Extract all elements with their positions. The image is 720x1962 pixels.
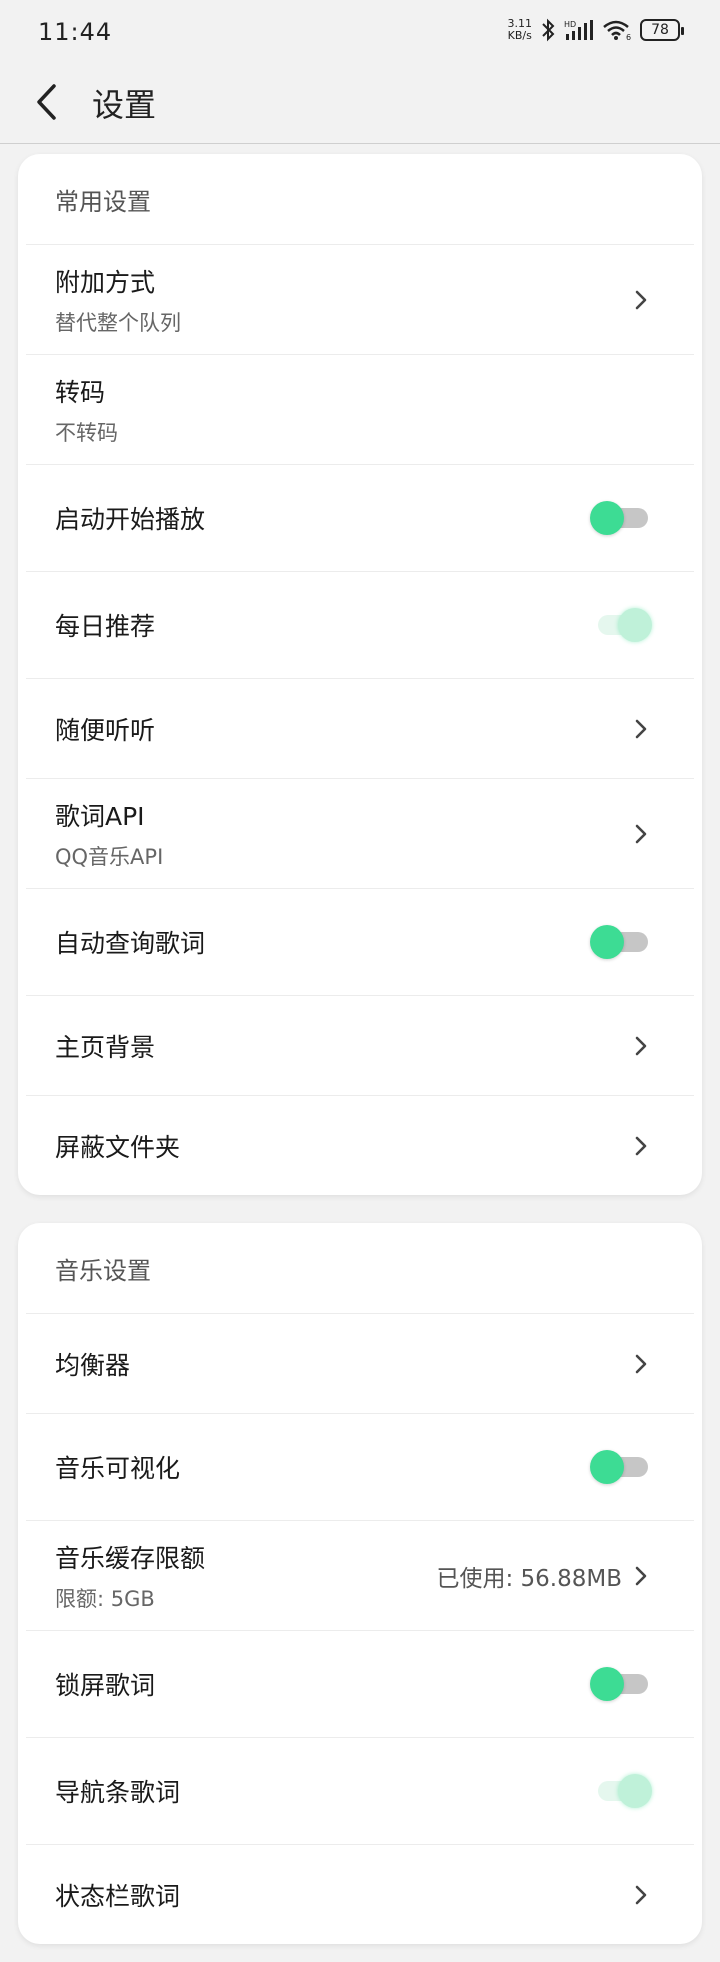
setting-row-lockscreen-lyrics[interactable]: 锁屏歌词 xyxy=(26,1630,694,1737)
setting-row-autoplay[interactable]: 启动开始播放 xyxy=(26,464,694,571)
chevron-right-icon xyxy=(632,1351,650,1377)
setting-row-auto-lyrics[interactable]: 自动查询歌词 xyxy=(26,888,694,995)
back-button[interactable] xyxy=(26,80,66,124)
svg-text:HD: HD xyxy=(564,20,576,29)
setting-title: 锁屏歌词 xyxy=(55,1671,156,1700)
setting-row-append-mode[interactable]: 附加方式 替代整个队列 xyxy=(26,244,694,354)
daily-recommend-toggle[interactable] xyxy=(590,608,652,642)
visualization-toggle[interactable] xyxy=(590,1450,650,1484)
setting-title: 随便听听 xyxy=(55,715,156,745)
bluetooth-icon xyxy=(542,18,555,42)
cache-used-value: 已使用: 56.88MB xyxy=(436,1565,622,1592)
setting-row-daily-recommend[interactable]: 每日推荐 xyxy=(26,571,694,678)
status-time: 11:44 xyxy=(38,18,113,46)
setting-row-visualization[interactable]: 音乐可视化 xyxy=(26,1413,694,1520)
setting-row-transcode[interactable]: 转码 不转码 xyxy=(26,354,694,464)
setting-title: 音乐缓存限额 xyxy=(55,1543,206,1573)
status-icons: 3.11 KB/s HD 6 78 xyxy=(508,18,684,42)
section-title: 音乐设置 xyxy=(55,1256,151,1285)
setting-row-cache-limit[interactable]: 音乐缓存限额 限额: 5GB 已使用: 56.88MB xyxy=(26,1520,694,1630)
setting-title: 均衡器 xyxy=(55,1350,131,1380)
network-speed: 3.11 KB/s xyxy=(508,18,533,42)
setting-title: 音乐可视化 xyxy=(55,1454,181,1483)
chevron-right-icon xyxy=(632,1882,650,1908)
svg-text:6: 6 xyxy=(626,33,631,41)
setting-subtitle: QQ音乐API xyxy=(55,844,164,869)
network-speed-unit: KB/s xyxy=(507,29,532,42)
setting-title: 屏蔽文件夹 xyxy=(55,1132,181,1162)
chevron-right-icon xyxy=(632,1033,650,1059)
setting-subtitle: 替代整个队列 xyxy=(55,310,181,335)
setting-title: 状态栏歌词 xyxy=(55,1881,181,1911)
section-title: 常用设置 xyxy=(55,187,151,216)
page-title: 设置 xyxy=(92,86,157,124)
auto-lyrics-toggle[interactable] xyxy=(590,925,650,959)
setting-title: 自动查询歌词 xyxy=(55,929,206,958)
battery-level: 78 xyxy=(651,22,669,38)
signal-icon: HD xyxy=(564,20,593,40)
setting-title: 转码 xyxy=(55,377,106,407)
chevron-right-icon xyxy=(632,716,650,742)
setting-row-navbar-lyrics[interactable]: 导航条歌词 xyxy=(26,1737,694,1844)
settings-card-common: 常用设置 附加方式 替代整个队列 转码 不转码 启动开始播放 每日推荐 随便听听… xyxy=(18,154,702,1195)
setting-title: 导航条歌词 xyxy=(55,1778,181,1807)
setting-title: 每日推荐 xyxy=(55,612,156,641)
setting-row-lyrics-api[interactable]: 歌词API QQ音乐API xyxy=(26,778,694,888)
arrow-left-icon xyxy=(37,84,56,120)
setting-title: 启动开始播放 xyxy=(55,505,206,534)
chevron-right-icon xyxy=(632,1133,650,1159)
chevron-right-icon xyxy=(632,1563,650,1589)
navbar-lyrics-toggle[interactable] xyxy=(590,1774,652,1808)
setting-subtitle: 限额: 5GB xyxy=(55,1586,155,1611)
wifi-icon: 6 xyxy=(603,20,631,41)
autoplay-toggle[interactable] xyxy=(590,501,650,535)
status-bar: 11:44 3.11 KB/s HD 6 78 xyxy=(0,0,720,66)
chevron-right-icon xyxy=(632,287,650,313)
settings-card-music: 音乐设置 均衡器 音乐可视化 音乐缓存限额 限额: 5GB 已使用: 56.88… xyxy=(18,1223,702,1944)
setting-row-statusbar-lyrics[interactable]: 状态栏歌词 xyxy=(26,1844,694,1944)
lockscreen-lyrics-toggle[interactable] xyxy=(590,1667,650,1701)
setting-row-random-listen[interactable]: 随便听听 xyxy=(26,678,694,778)
battery-icon: 78 xyxy=(640,19,684,41)
chevron-right-icon xyxy=(632,821,650,847)
setting-title: 主页背景 xyxy=(55,1032,156,1062)
setting-title: 附加方式 xyxy=(55,267,156,297)
app-bar: 设置 xyxy=(0,66,720,144)
setting-row-blocked-folders[interactable]: 屏蔽文件夹 xyxy=(26,1095,694,1195)
setting-row-home-background[interactable]: 主页背景 xyxy=(26,995,694,1095)
setting-subtitle: 不转码 xyxy=(55,420,118,445)
setting-row-equalizer[interactable]: 均衡器 xyxy=(26,1313,694,1413)
setting-title: 歌词API xyxy=(55,801,145,831)
